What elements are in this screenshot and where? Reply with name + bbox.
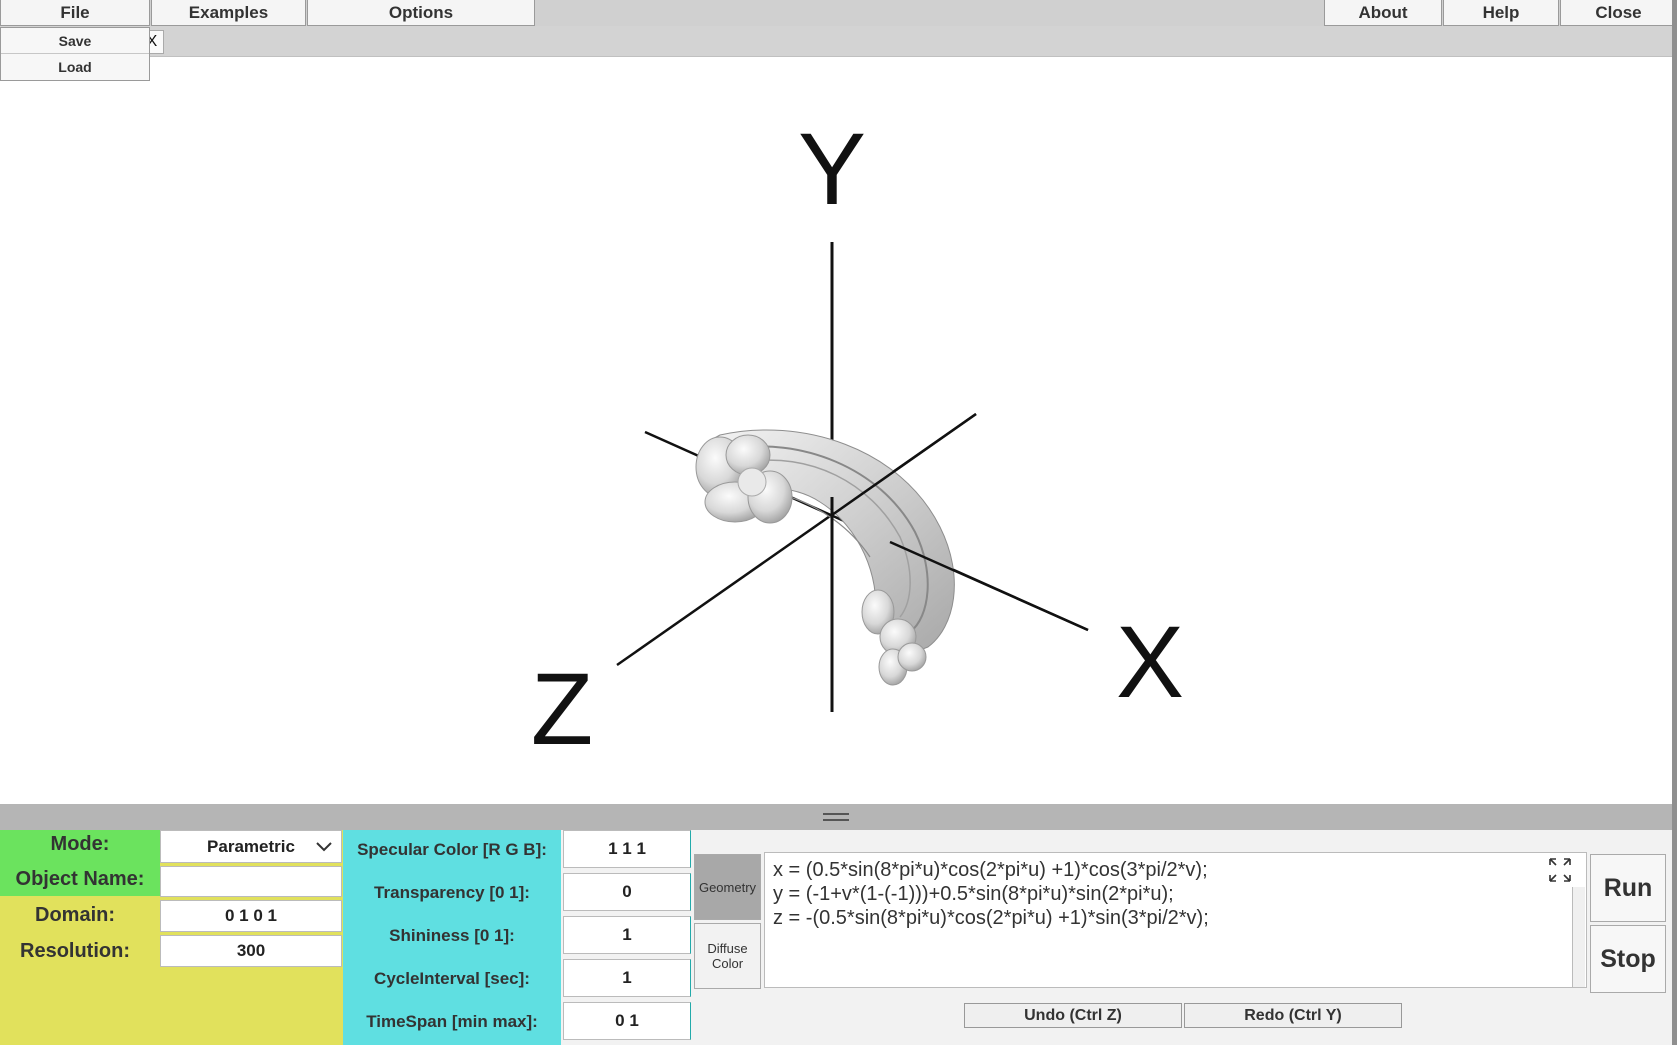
window-edge	[1672, 0, 1677, 1045]
undo-button[interactable]: Undo (Ctrl Z)	[964, 1003, 1182, 1028]
domain-label: Domain:	[35, 904, 115, 926]
options-menu-button[interactable]: Options	[307, 0, 535, 26]
resolution-label: Resolution:	[20, 940, 130, 962]
about-button[interactable]: About	[1324, 0, 1442, 26]
cycle-interval-input[interactable]: 1	[563, 959, 691, 997]
y-axis-label: Y	[798, 112, 866, 226]
parametric-surface	[695, 429, 955, 686]
z-axis-label: Z	[531, 652, 593, 766]
redo-button[interactable]: Redo (Ctrl Y)	[1184, 1003, 1402, 1028]
tab-diffuse-label-line2: Color	[711, 956, 744, 971]
file-menu-button[interactable]: File	[0, 0, 150, 26]
shininess-input[interactable]: 1	[563, 916, 691, 954]
equation-editor[interactable]: x = (0.5*sin(8*pi*u)*cos(2*pi*u) +1)*cos…	[764, 852, 1587, 988]
app-window: File Examples Options About Help Close X…	[0, 0, 1677, 1045]
run-button[interactable]: Run	[1590, 854, 1666, 922]
scene-canvas: Y X Z	[531, 112, 1184, 766]
editor-scrollbar[interactable]	[1572, 887, 1585, 987]
shininess-label: Shininess [0 1]:	[389, 926, 515, 945]
expand-icon[interactable]	[1548, 857, 1572, 883]
transparency-input[interactable]: 0	[563, 873, 691, 911]
examples-menu-button[interactable]: Examples	[151, 0, 306, 26]
specular-color-label: Specular Color [R G B]:	[357, 840, 547, 859]
object-name-input[interactable]	[160, 866, 342, 897]
panel-splitter[interactable]	[0, 804, 1672, 830]
specular-color-input[interactable]: 1 1 1	[563, 830, 691, 868]
save-menu-item[interactable]: Save	[1, 28, 149, 54]
object-name-label: Object Name:	[15, 868, 145, 890]
tab-geometry[interactable]: Geometry	[694, 854, 761, 920]
help-button[interactable]: Help	[1443, 0, 1559, 26]
menu-bar: File Examples Options About Help Close	[0, 0, 1677, 26]
tab-bar	[0, 26, 1677, 57]
stop-button[interactable]: Stop	[1590, 925, 1666, 993]
close-button[interactable]: Close	[1560, 0, 1677, 26]
load-menu-item[interactable]: Load	[1, 54, 149, 80]
3d-viewport[interactable]: Y X Z	[0, 57, 1672, 804]
domain-input[interactable]: 0 1 0 1	[160, 900, 342, 932]
equation-line-y: y = (-1+v*(1-(-1)))+0.5*sin(8*pi*u)*sin(…	[773, 883, 1174, 905]
cycle-interval-label: CycleInterval [sec]:	[374, 969, 530, 988]
mode-label: Mode:	[50, 833, 110, 855]
mode-select[interactable]: Parametric	[160, 830, 342, 863]
tab-diffuse-label-line1: Diffuse	[707, 941, 748, 956]
file-dropdown-menu: Save Load	[0, 27, 150, 81]
equation-line-z: z = -(0.5*sin(8*pi*u)*cos(2*pi*u) +1)*si…	[773, 907, 1209, 929]
mode-select-value: Parametric	[207, 836, 295, 856]
timespan-label: TimeSpan [min max]:	[366, 1012, 538, 1031]
transparency-label: Transparency [0 1]:	[374, 883, 530, 902]
equation-line-x: x = (0.5*sin(8*pi*u)*cos(2*pi*u) +1)*cos…	[773, 859, 1208, 881]
chevron-down-icon	[316, 842, 332, 852]
x-axis-label: X	[1116, 605, 1184, 719]
timespan-input[interactable]: 0 1	[563, 1002, 691, 1040]
splitter-grip-icon	[823, 813, 849, 821]
resolution-input[interactable]: 300	[160, 935, 342, 967]
tab-diffuse-color[interactable]: Diffuse Color	[694, 923, 761, 989]
